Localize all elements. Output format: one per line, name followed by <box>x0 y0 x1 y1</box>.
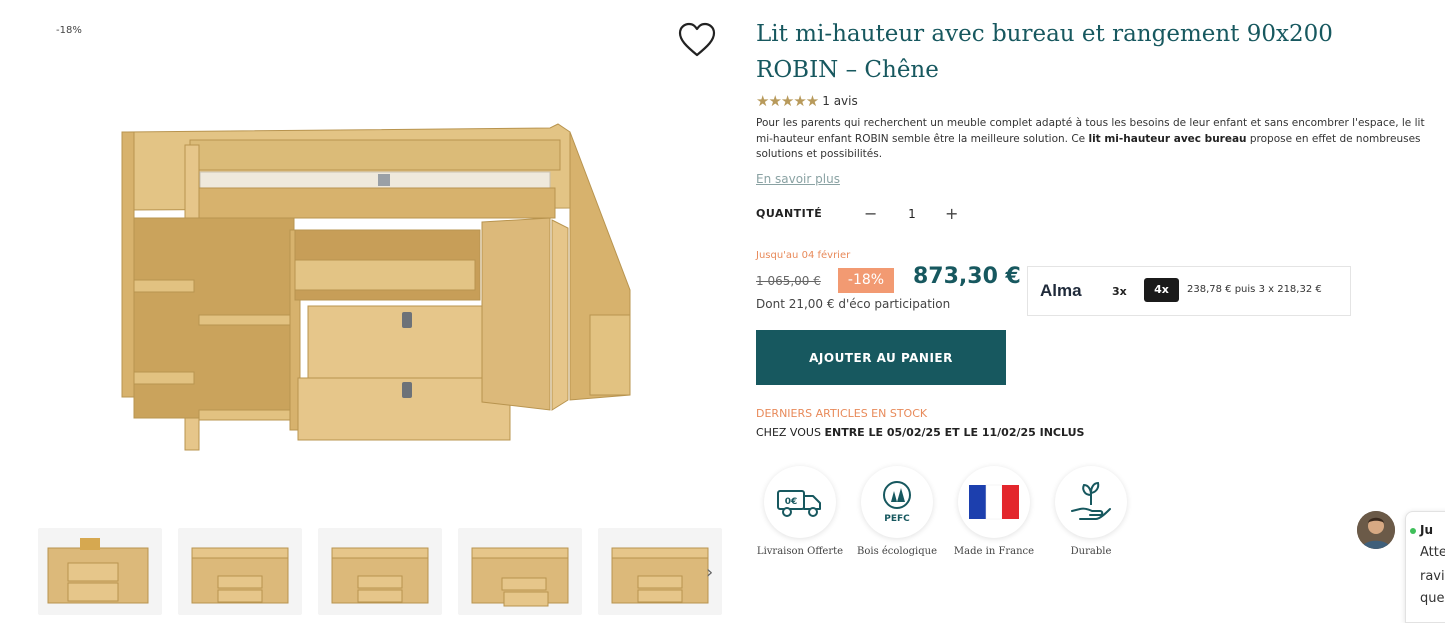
feature-label: Durable <box>1070 546 1112 557</box>
delivery-price-text: 0€ <box>785 497 798 507</box>
product-description: Pour les parents qui recherchent un meub… <box>756 116 1432 163</box>
product-gallery: -18% › <box>0 0 740 615</box>
loft-bed-desk-image[interactable] <box>110 110 640 460</box>
product-title: Lit mi-hauteur avec bureau et rangement … <box>756 21 1333 83</box>
product-info: Lit mi-hauteur avec bureau et rangement … <box>756 0 1445 615</box>
discount-badge: -18% <box>56 25 82 36</box>
promo-deadline: Jusqu'au 04 février <box>756 250 851 261</box>
add-to-cart-button[interactable]: AJOUTER AU PANIER <box>756 330 1006 385</box>
delivery-dates: ENTRE LE 05/02/25 ET LE 11/02/25 INCLUS <box>824 426 1085 439</box>
thumbnail[interactable] <box>318 528 442 615</box>
discount-tag: -18% <box>838 268 894 293</box>
rating[interactable]: ★★★★★ 1 avis <box>756 92 858 110</box>
feature-label: Bois écologique <box>857 546 937 557</box>
thumbnail[interactable] <box>38 528 162 615</box>
thumbnail[interactable] <box>598 528 722 615</box>
chat-message-line: que <box>1420 591 1445 606</box>
feature-label: Made in France <box>953 546 1035 557</box>
alma-4x-option[interactable]: 4x <box>1144 278 1179 302</box>
feature-eco-wood: PEFC Bois écologique <box>849 466 945 557</box>
feature-durable: Durable <box>1043 466 1139 557</box>
online-status-dot-icon <box>1410 528 1416 534</box>
pefc-icon: PEFC <box>861 466 933 538</box>
chat-agent-avatar[interactable] <box>1357 511 1395 549</box>
france-flag-icon <box>958 466 1030 538</box>
quantity-input[interactable]: 1 <box>902 207 922 221</box>
wishlist-heart-icon[interactable] <box>678 22 716 58</box>
thumbnail-strip <box>38 528 728 615</box>
alma-payment-widget: Alma 3x 4x 238,78 € puis 3 x 218,32 € <box>1027 266 1351 316</box>
delivery-prefix: CHEZ VOUS <box>756 426 825 439</box>
plant-hand-icon <box>1055 466 1127 538</box>
current-price: 873,30 € <box>913 264 1021 289</box>
old-price: 1 065,00 € <box>756 274 821 288</box>
review-count[interactable]: 1 avis <box>822 94 858 108</box>
eco-participation: Dont 21,00 € d'éco participation <box>756 297 951 311</box>
alma-installments-text: 238,78 € puis 3 x 218,32 € <box>1187 284 1322 295</box>
chat-agent-name: Ju <box>1420 523 1434 537</box>
gallery-next-chevron-icon[interactable]: › <box>706 562 713 583</box>
description-bold-text: lit mi-hauteur avec bureau <box>1088 132 1247 145</box>
feature-free-delivery: 0€ Livraison Offerte <box>752 466 848 557</box>
read-more-link[interactable]: En savoir plus <box>756 172 840 186</box>
quantity-label: QUANTITÉ <box>756 207 823 220</box>
thumbnail[interactable] <box>458 528 582 615</box>
alma-3x-option[interactable]: 3x <box>1112 285 1127 298</box>
feature-made-in-france: Made in France <box>946 466 1042 557</box>
alma-logo: Alma <box>1040 281 1082 300</box>
delivery-truck-icon: 0€ <box>764 466 836 538</box>
quantity-decrease-button[interactable]: − <box>864 204 877 223</box>
rating-stars-icon: ★★★★★ <box>756 92 819 110</box>
product-features: 0€ Livraison Offerte PEFC Bois écologiqu… <box>756 466 1156 566</box>
chat-message-line: Atte <box>1420 545 1445 560</box>
feature-label: Livraison Offerte <box>756 546 844 557</box>
stock-status: DERNIERS ARTICLES EN STOCK <box>756 407 928 420</box>
delivery-estimate: CHEZ VOUS ENTRE LE 05/02/25 ET LE 11/02/… <box>756 426 1084 439</box>
chat-message-line: ravi <box>1420 569 1445 584</box>
chat-popup[interactable]: Ju Atte ravi que <box>1405 511 1445 623</box>
pefc-text: PEFC <box>884 514 910 524</box>
thumbnail[interactable] <box>178 528 302 615</box>
quantity-increase-button[interactable]: + <box>945 204 958 223</box>
